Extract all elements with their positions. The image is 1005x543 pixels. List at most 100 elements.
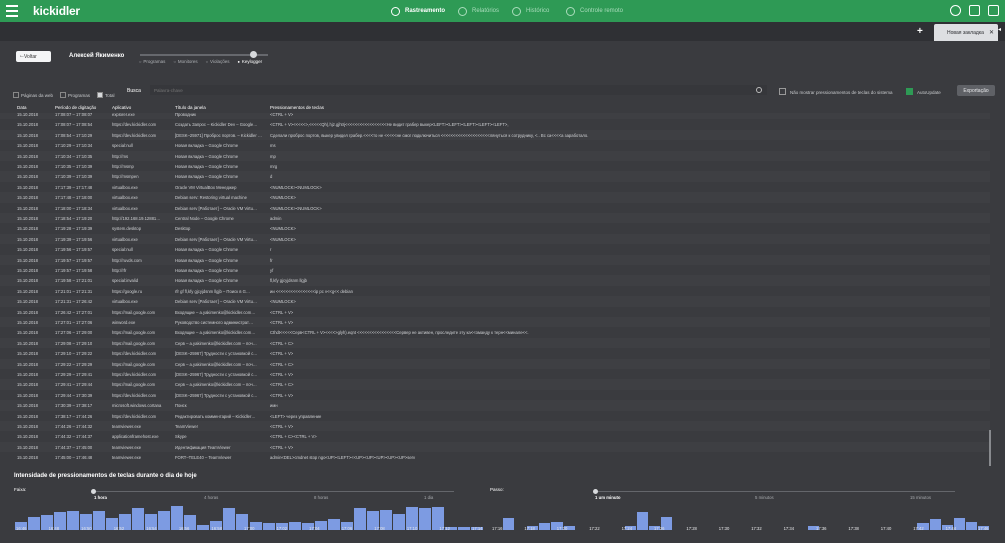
period-option[interactable]: 1 um minuto xyxy=(595,495,621,500)
chart-bar[interactable] xyxy=(288,521,301,530)
table-row[interactable]: 15.10.2018 17:18:54 – 17:19:20 http://192.… xyxy=(0,213,990,224)
table-row[interactable]: 15.10.2018 17:08:54 – 17:10:29 https://dev… xyxy=(0,129,990,141)
chart-bar[interactable] xyxy=(197,524,210,530)
chart-bar[interactable] xyxy=(636,512,649,530)
export-window-icon[interactable] xyxy=(969,5,980,16)
table-row[interactable]: 15.10.2018 17:21:01 – 17:21:31 https://goo… xyxy=(0,286,990,296)
menu-icon[interactable] xyxy=(6,5,18,17)
mode-slider-knob[interactable] xyxy=(250,51,257,58)
table-row[interactable]: 15.10.2018 17:29:10 – 17:29:22 https://dev… xyxy=(0,348,990,358)
table-row[interactable]: 15.10.2018 17:30:39 – 17:38:17 microsoft.w… xyxy=(0,400,990,411)
filter-paginas-web[interactable]: Páginas da web xyxy=(13,92,53,98)
col-teclas[interactable]: Pressionamentos de teclas xyxy=(270,105,324,110)
table-row[interactable]: 15.10.2018 17:44:37 – 17:45:00 teamviewer.… xyxy=(0,441,990,453)
filter-total[interactable]: Total xyxy=(97,92,115,98)
table-row[interactable]: 15.10.2018 17:27:01 – 17:27:06 winword.exe… xyxy=(0,317,990,328)
period-slider[interactable] xyxy=(94,491,454,492)
nav-rastreamento[interactable]: Rastreamento xyxy=(391,0,445,22)
table-row[interactable]: 15.10.2018 17:10:34 – 17:10:35 http://ms Но… xyxy=(0,150,990,161)
col-data[interactable]: Data xyxy=(17,105,27,110)
cell-title: [DESK–25967] Трудности с установкой с… xyxy=(175,372,258,377)
cell-period: 17:29:44 – 17:30:39 xyxy=(55,392,93,398)
chart-bar[interactable] xyxy=(353,508,366,530)
table-row[interactable]: 15.10.2018 17:10:35 – 17:10:39 http://msmp… xyxy=(0,161,990,171)
back-button[interactable]: Voltar xyxy=(16,51,51,62)
period-option[interactable]: 15 minutos xyxy=(910,495,931,500)
record-icon[interactable] xyxy=(950,5,961,16)
chart-bar[interactable] xyxy=(966,521,978,530)
tab-active[interactable]: Новая закладка ✕ xyxy=(934,24,998,41)
period-option[interactable]: 1 dia xyxy=(424,495,433,500)
hide-system-keys-checkbox[interactable]: Não mostrar pressionamentos de teclas do… xyxy=(779,88,893,95)
nav-historico[interactable]: Histórico xyxy=(512,0,549,22)
chart-bar[interactable] xyxy=(327,519,340,530)
chart-bar[interactable] xyxy=(262,523,275,530)
table-row[interactable]: 15.10.2018 17:29:41 – 17:29:44 https://mai… xyxy=(0,379,990,390)
mode-programas[interactable]: Programas xyxy=(139,59,165,64)
cell-title: Руководство системного администрат… xyxy=(175,320,254,325)
table-row[interactable]: 15.10.2018 17:29:44 – 17:30:39 https://dev… xyxy=(0,390,990,400)
nav-controle-remoto[interactable]: Controle remoto xyxy=(566,0,623,22)
table-row[interactable]: 15.10.2018 17:45:00 – 17:46:48 teamviewer.… xyxy=(0,452,990,462)
chart-bar[interactable] xyxy=(929,519,941,530)
mode-monitores[interactable]: Monitores xyxy=(173,59,198,64)
period-option[interactable]: 5 minutos xyxy=(755,495,774,500)
period-option[interactable]: 1 hora xyxy=(94,495,107,500)
filter-programas[interactable]: Programas xyxy=(60,92,90,98)
col-aplicativo[interactable]: Aplicativo xyxy=(112,105,131,110)
mode-keylogger[interactable]: Keylogger xyxy=(237,59,262,64)
autoupdate-checkbox[interactable]: AutoUpdate xyxy=(906,88,941,95)
col-periodo[interactable]: Período de digitação xyxy=(55,105,96,110)
table-row[interactable]: 15.10.2018 17:10:39 – 17:10:39 http://msmp… xyxy=(0,171,990,182)
chart-bar[interactable] xyxy=(27,516,40,530)
chart-bar[interactable] xyxy=(458,527,471,530)
table-row[interactable]: 15.10.2018 17:44:26 – 17:44:32 teamviewer.… xyxy=(0,421,990,432)
mode-slider-track[interactable] xyxy=(140,54,268,56)
search-input[interactable] xyxy=(150,85,767,95)
table-row[interactable]: 15.10.2018 17:17:48 – 17:18:00 virtualbox.… xyxy=(0,192,990,203)
cell-keys: <LEFT> через управление xyxy=(270,413,322,419)
table-row[interactable]: 15.10.2018 17:19:57 – 17:19:57 http://ruvd… xyxy=(0,254,990,265)
table-row[interactable]: 15.10.2018 17:19:57 – 17:19:58 http://rfr Н… xyxy=(0,265,990,275)
chart-bar[interactable] xyxy=(132,508,145,530)
step-slider-knob[interactable] xyxy=(593,489,598,494)
table-row[interactable]: 15.10.2018 17:19:58 – 17:21:01 special:inv… xyxy=(0,275,990,286)
fullscreen-icon[interactable] xyxy=(988,5,999,16)
chart-bar[interactable] xyxy=(92,511,105,530)
table-row[interactable]: 15.10.2018 17:18:00 – 17:18:34 virtualbox.… xyxy=(0,203,990,213)
table-row[interactable]: 15.10.2018 17:21:31 – 17:26:42 virtualbox.… xyxy=(0,296,990,307)
add-tab-button[interactable]: + xyxy=(917,26,923,37)
table-row[interactable]: 15.10.2018 17:29:29 – 17:29:41 https://dev… xyxy=(0,369,990,379)
step-slider[interactable] xyxy=(595,491,955,492)
close-icon[interactable]: ✕ xyxy=(989,29,994,36)
table-row[interactable]: 15.10.2018 17:38:17 – 17:44:26 https://dev… xyxy=(0,411,990,421)
period-option[interactable]: 8 horas xyxy=(314,495,328,500)
table-row[interactable]: 15.10.2018 17:27:06 – 17:29:00 https://mai… xyxy=(0,327,990,337)
nav-relatorios[interactable]: Relatórios xyxy=(458,0,499,22)
chart-bar[interactable] xyxy=(66,511,79,530)
chart-bar[interactable] xyxy=(539,523,551,530)
table-row[interactable]: 15.10.2018 17:44:32 – 17:44:37 application… xyxy=(0,431,990,441)
export-button[interactable]: Exportação xyxy=(957,85,995,96)
chart-bar[interactable] xyxy=(223,508,236,530)
table-row[interactable]: 15.10.2018 17:19:39 – 17:19:56 virtualbox.… xyxy=(0,233,990,245)
table-row[interactable]: 15.10.2018 17:08:07 – 17:08:54 https://dev… xyxy=(0,119,990,129)
table-row[interactable]: 15.10.2018 17:29:08 – 17:29:10 https://mai… xyxy=(0,337,990,349)
search-icon[interactable] xyxy=(756,87,762,93)
chart-bar[interactable] xyxy=(419,508,432,530)
table-row[interactable]: 15.10.2018 17:26:42 – 17:27:01 https://mai… xyxy=(0,307,990,317)
table-row[interactable]: 15.10.2018 17:29:22 – 17:29:29 https://mai… xyxy=(0,358,990,369)
chart-bar[interactable] xyxy=(502,517,514,530)
table-row[interactable]: 15.10.2018 17:17:39 – 17:17:48 virtualbox.… xyxy=(0,182,990,192)
table-row[interactable]: 15.10.2018 17:19:56 – 17:19:57 special:nul… xyxy=(0,244,990,254)
tab-scroll-icon[interactable]: ◂ xyxy=(998,26,1001,33)
period-option[interactable]: 4 horas xyxy=(204,495,218,500)
table-row[interactable]: 15.10.2018 17:19:28 – 17:19:39 system.desk… xyxy=(0,223,990,233)
table-row[interactable]: 15.10.2018 17:10:29 – 17:10:34 special:nul… xyxy=(0,140,990,150)
chart-bar[interactable] xyxy=(393,513,406,530)
mode-violacoes[interactable]: Violações xyxy=(206,59,229,64)
table-scrollbar[interactable] xyxy=(989,430,991,466)
col-titulo[interactable]: Título da janela xyxy=(175,105,206,110)
period-slider-knob[interactable] xyxy=(91,489,96,494)
chart-bar[interactable] xyxy=(158,511,171,530)
